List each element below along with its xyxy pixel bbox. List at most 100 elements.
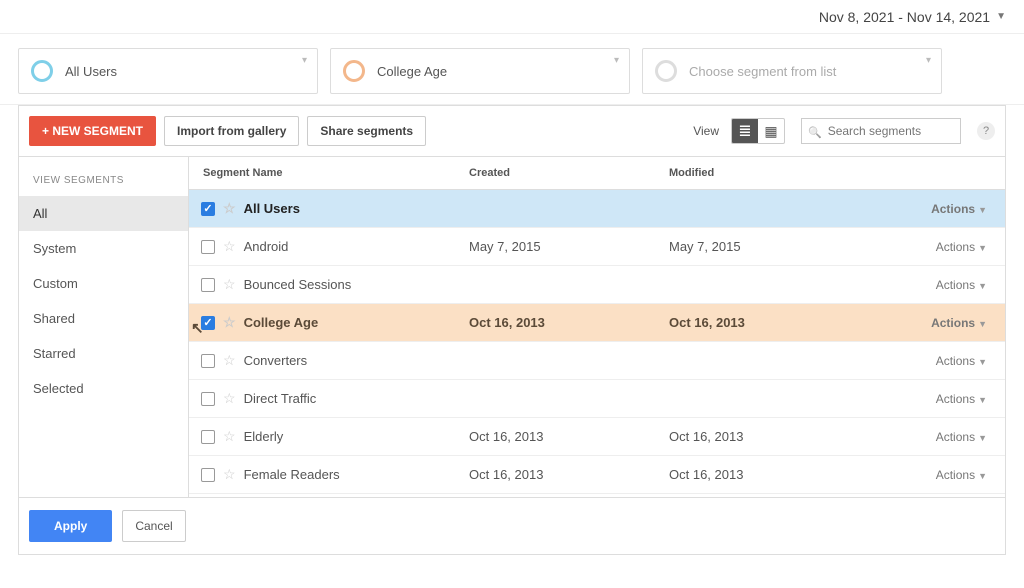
panel-footer: Apply Cancel (19, 497, 1005, 554)
sidebar-item-selected[interactable]: Selected (19, 371, 188, 406)
star-icon[interactable]: ☆ (223, 200, 236, 217)
segment-name: Converters (244, 353, 308, 368)
list-view-button[interactable] (732, 119, 758, 143)
segment-name: Bounced Sessions (244, 277, 352, 292)
segment-chip[interactable]: College Age ▾ (330, 48, 630, 94)
chevron-down-icon: ▾ (302, 55, 307, 66)
cell-modified: May 7, 2015 (669, 239, 869, 254)
segment-name: All Users (244, 201, 300, 216)
date-range-bar[interactable]: Nov 8, 2021 - Nov 14, 2021 ▼ (0, 0, 1024, 34)
star-icon[interactable]: ☆ (223, 352, 236, 369)
table-row[interactable]: ✓ ↖ ☆ College Age Oct 16, 2013 Oct 16, 2… (189, 304, 1005, 342)
grid-icon (764, 123, 777, 140)
row-checkbox[interactable] (201, 468, 215, 482)
col-modified: Modified (669, 167, 869, 179)
chevron-down-icon: ▾ (926, 55, 931, 66)
caret-down-icon: ▼ (978, 205, 987, 215)
sidebar-item-custom[interactable]: Custom (19, 266, 188, 301)
table-row[interactable]: ✓ ☆ All Users Actions▼ (189, 190, 1005, 228)
segment-chip[interactable]: All Users ▾ (18, 48, 318, 94)
sidebar-item-shared[interactable]: Shared (19, 301, 188, 336)
table-row[interactable]: ☆ Elderly Oct 16, 2013 Oct 16, 2013 Acti… (189, 418, 1005, 456)
segment-ring-icon (343, 60, 365, 82)
cell-created: Oct 16, 2013 (469, 467, 669, 482)
actions-menu[interactable]: Actions▼ (869, 392, 1005, 406)
actions-menu[interactable]: Actions▼ (869, 202, 1005, 216)
table-row[interactable]: ☆ Female Readers Oct 16, 2013 Oct 16, 20… (189, 456, 1005, 494)
search-field[interactable] (801, 118, 961, 144)
toolbar: + NEW SEGMENT Import from gallery Share … (19, 106, 1005, 157)
help-icon[interactable]: ? (977, 122, 995, 140)
caret-down-icon: ▼ (978, 357, 987, 367)
segments-panel: + NEW SEGMENT Import from gallery Share … (18, 105, 1006, 555)
caret-down-icon: ▼ (978, 281, 987, 291)
caret-down-icon: ▼ (996, 11, 1006, 22)
table-row[interactable]: ☆ Converters Actions▼ (189, 342, 1005, 380)
sidebar-item-starred[interactable]: Starred (19, 336, 188, 371)
star-icon[interactable]: ☆ (223, 314, 236, 331)
import-button[interactable]: Import from gallery (164, 116, 299, 146)
table-row[interactable]: ☆ Bounced Sessions Actions▼ (189, 266, 1005, 304)
row-checkbox[interactable] (201, 278, 215, 292)
sidebar: VIEW SEGMENTS AllSystemCustomSharedStarr… (19, 157, 189, 497)
segment-chip-label: All Users (65, 64, 117, 79)
segment-ring-icon (655, 60, 677, 82)
table-row[interactable]: ☆ Made a Purchase Actions▼ (189, 494, 1005, 497)
actions-menu[interactable]: Actions▼ (869, 240, 1005, 254)
star-icon[interactable]: ☆ (223, 466, 236, 483)
view-label: View (693, 124, 719, 138)
new-segment-button[interactable]: + NEW SEGMENT (29, 116, 156, 146)
cell-created: May 7, 2015 (469, 239, 669, 254)
caret-down-icon: ▼ (978, 395, 987, 405)
list-icon (738, 121, 751, 141)
star-icon[interactable]: ☆ (223, 390, 236, 407)
caret-down-icon: ▼ (978, 319, 987, 329)
cancel-button[interactable]: Cancel (122, 510, 185, 542)
col-created: Created (469, 167, 669, 179)
row-checkbox[interactable]: ✓ (201, 202, 215, 216)
segment-chip-label: College Age (377, 64, 447, 79)
view-toggle (731, 118, 785, 144)
star-icon[interactable]: ☆ (223, 428, 236, 445)
search-icon (808, 124, 826, 139)
row-checkbox[interactable] (201, 392, 215, 406)
star-icon[interactable]: ☆ (223, 276, 236, 293)
segment-name: Female Readers (244, 467, 340, 482)
caret-down-icon: ▼ (978, 471, 987, 481)
segment-name: Android (244, 239, 289, 254)
col-segment-name: Segment Name (189, 167, 469, 179)
sidebar-item-system[interactable]: System (19, 231, 188, 266)
segment-chips: All Users ▾ College Age ▾ Choose segment… (0, 34, 1024, 105)
caret-down-icon: ▼ (978, 243, 987, 253)
segment-chip[interactable]: Choose segment from list ▾ (642, 48, 942, 94)
sidebar-title: VIEW SEGMENTS (19, 157, 188, 196)
caret-down-icon: ▼ (978, 433, 987, 443)
actions-menu[interactable]: Actions▼ (869, 468, 1005, 482)
row-checkbox[interactable] (201, 354, 215, 368)
row-checkbox[interactable]: ✓ (201, 316, 215, 330)
cell-modified: Oct 16, 2013 (669, 315, 869, 330)
table-row[interactable]: ☆ Direct Traffic Actions▼ (189, 380, 1005, 418)
apply-button[interactable]: Apply (29, 510, 112, 542)
share-button[interactable]: Share segments (307, 116, 426, 146)
actions-menu[interactable]: Actions▼ (869, 354, 1005, 368)
sidebar-item-all[interactable]: All (19, 196, 188, 231)
search-input[interactable] (826, 123, 985, 139)
segment-name: Direct Traffic (244, 391, 317, 406)
segment-ring-icon (31, 60, 53, 82)
cell-modified: Oct 16, 2013 (669, 429, 869, 444)
row-checkbox[interactable] (201, 430, 215, 444)
chevron-down-icon: ▾ (614, 55, 619, 66)
cell-created: Oct 16, 2013 (469, 429, 669, 444)
row-checkbox[interactable] (201, 240, 215, 254)
star-icon[interactable]: ☆ (223, 238, 236, 255)
actions-menu[interactable]: Actions▼ (869, 430, 1005, 444)
cell-modified: Oct 16, 2013 (669, 467, 869, 482)
actions-menu[interactable]: Actions▼ (869, 278, 1005, 292)
actions-menu[interactable]: Actions▼ (869, 316, 1005, 330)
segments-table: Segment Name Created Modified ✓ ☆ All Us… (189, 157, 1005, 497)
grid-view-button[interactable] (758, 119, 784, 143)
cell-created: Oct 16, 2013 (469, 315, 669, 330)
table-row[interactable]: ☆ Android May 7, 2015 May 7, 2015 Action… (189, 228, 1005, 266)
segment-name: Elderly (244, 429, 284, 444)
